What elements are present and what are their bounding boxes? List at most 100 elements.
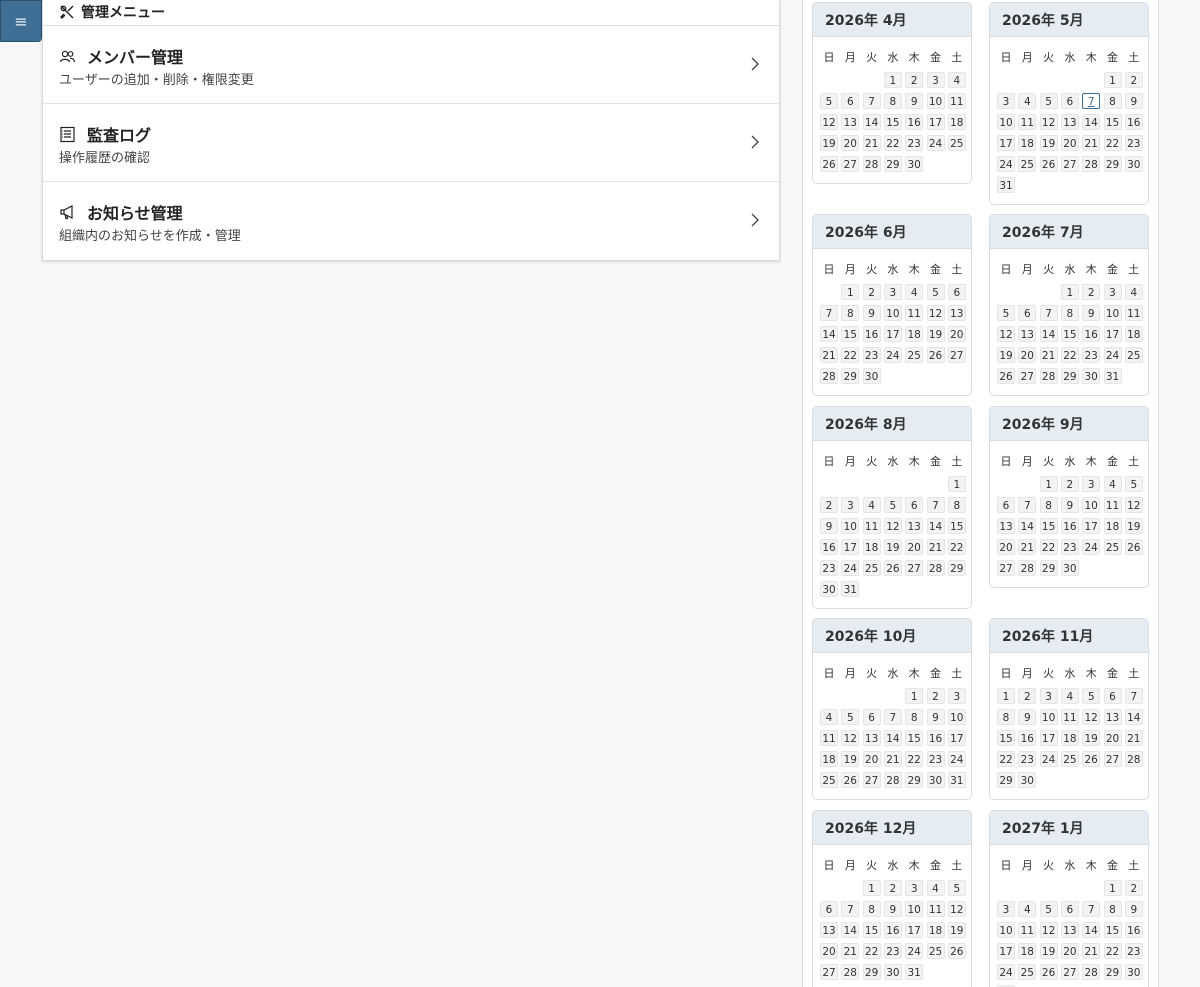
calendar-day[interactable]: 15 bbox=[1039, 518, 1058, 534]
calendar-day[interactable]: 6 bbox=[1060, 93, 1079, 109]
calendar-day[interactable]: 8 bbox=[1103, 901, 1122, 917]
calendar-day[interactable]: 3 bbox=[905, 880, 924, 896]
calendar-day[interactable]: 20 bbox=[947, 326, 966, 342]
calendar-day[interactable]: 2 bbox=[883, 880, 902, 896]
calendar-day[interactable]: 2 bbox=[1018, 688, 1037, 704]
calendar-day[interactable]: 28 bbox=[926, 560, 945, 576]
calendar-day[interactable]: 10 bbox=[1082, 497, 1101, 513]
calendar-day[interactable]: 20 bbox=[841, 135, 860, 151]
calendar-day[interactable]: 30 bbox=[905, 156, 924, 172]
calendar-day[interactable]: 27 bbox=[1018, 368, 1037, 384]
calendar-day[interactable]: 7 bbox=[1018, 497, 1037, 513]
calendar-day[interactable]: 3 bbox=[926, 72, 945, 88]
calendar-day[interactable]: 25 bbox=[1018, 156, 1037, 172]
calendar-day[interactable]: 22 bbox=[1060, 347, 1079, 363]
calendar-day[interactable]: 26 bbox=[841, 772, 860, 788]
calendar-day[interactable]: 10 bbox=[1039, 709, 1058, 725]
calendar-day[interactable]: 5 bbox=[1082, 688, 1101, 704]
calendar-day[interactable]: 13 bbox=[1060, 922, 1079, 938]
calendar-day[interactable]: 24 bbox=[1039, 751, 1058, 767]
calendar-day[interactable]: 24 bbox=[997, 964, 1015, 980]
calendar-day[interactable]: 24 bbox=[1103, 347, 1122, 363]
calendar-day[interactable]: 9 bbox=[926, 709, 945, 725]
calendar-day[interactable]: 30 bbox=[1060, 560, 1079, 576]
calendar-day[interactable]: 16 bbox=[1082, 326, 1101, 342]
calendar-day[interactable]: 30 bbox=[1082, 368, 1101, 384]
calendar-day[interactable]: 16 bbox=[1124, 922, 1143, 938]
calendar-day[interactable]: 25 bbox=[1018, 964, 1037, 980]
calendar-day[interactable]: 7 bbox=[883, 709, 902, 725]
calendar-day[interactable]: 27 bbox=[841, 156, 860, 172]
calendar-day[interactable]: 14 bbox=[1018, 518, 1037, 534]
calendar-day[interactable]: 5 bbox=[947, 880, 966, 896]
calendar-day[interactable]: 4 bbox=[862, 497, 881, 513]
calendar-day[interactable]: 15 bbox=[1103, 922, 1122, 938]
calendar-day[interactable]: 31 bbox=[905, 964, 924, 980]
calendar-day[interactable]: 31 bbox=[1103, 368, 1122, 384]
calendar-day[interactable]: 23 bbox=[1060, 539, 1079, 555]
calendar-day[interactable]: 16 bbox=[820, 539, 838, 555]
calendar-day[interactable]: 18 bbox=[1103, 518, 1122, 534]
calendar-day[interactable]: 12 bbox=[1124, 497, 1143, 513]
calendar-day[interactable]: 17 bbox=[1039, 730, 1058, 746]
calendar-day[interactable]: 20 bbox=[997, 539, 1015, 555]
calendar-day[interactable]: 16 bbox=[883, 922, 902, 938]
calendar-day[interactable]: 1 bbox=[1060, 284, 1079, 300]
calendar-day[interactable]: 17 bbox=[997, 943, 1015, 959]
calendar-day[interactable]: 27 bbox=[862, 772, 881, 788]
calendar-day[interactable]: 15 bbox=[862, 922, 881, 938]
calendar-day[interactable]: 28 bbox=[820, 368, 838, 384]
calendar-day[interactable]: 8 bbox=[947, 497, 966, 513]
calendar-day[interactable]: 10 bbox=[947, 709, 966, 725]
calendar-day[interactable]: 23 bbox=[905, 135, 924, 151]
calendar-day[interactable]: 18 bbox=[820, 751, 838, 767]
calendar-day[interactable]: 6 bbox=[905, 497, 924, 513]
calendar-day[interactable]: 29 bbox=[841, 368, 860, 384]
calendar-day[interactable]: 18 bbox=[947, 114, 966, 130]
calendar-day[interactable]: 1 bbox=[883, 72, 902, 88]
calendar-day[interactable]: 4 bbox=[926, 880, 945, 896]
menu-item-audit-log[interactable]: 監査ログ 操作履歴の確認 bbox=[43, 104, 779, 182]
calendar-day[interactable]: 17 bbox=[1082, 518, 1101, 534]
calendar-day[interactable]: 13 bbox=[820, 922, 838, 938]
calendar-day[interactable]: 2 bbox=[820, 497, 838, 513]
calendar-day[interactable]: 16 bbox=[862, 326, 881, 342]
calendar-day[interactable]: 2 bbox=[1082, 284, 1101, 300]
calendar-day[interactable]: 19 bbox=[1082, 730, 1101, 746]
calendar-day[interactable]: 10 bbox=[997, 922, 1015, 938]
calendar-day[interactable]: 29 bbox=[1039, 560, 1058, 576]
calendar-day[interactable]: 8 bbox=[1103, 93, 1122, 109]
calendar-day[interactable]: 30 bbox=[820, 581, 838, 597]
calendar-day[interactable]: 8 bbox=[1039, 497, 1058, 513]
calendar-day[interactable]: 1 bbox=[997, 688, 1015, 704]
calendar-day[interactable]: 7 bbox=[1082, 901, 1101, 917]
calendar-day[interactable]: 28 bbox=[1039, 368, 1058, 384]
calendar-day[interactable]: 17 bbox=[905, 922, 924, 938]
calendar-day[interactable]: 28 bbox=[841, 964, 860, 980]
calendar-day[interactable]: 5 bbox=[841, 709, 860, 725]
calendar-day[interactable]: 29 bbox=[1060, 368, 1079, 384]
calendar-day[interactable]: 20 bbox=[1103, 730, 1122, 746]
calendar-day[interactable]: 12 bbox=[1039, 922, 1058, 938]
calendar-day[interactable]: 15 bbox=[905, 730, 924, 746]
calendar-day[interactable]: 3 bbox=[997, 93, 1015, 109]
calendar-day[interactable]: 20 bbox=[1060, 135, 1079, 151]
calendar-day[interactable]: 21 bbox=[1082, 135, 1101, 151]
calendar-day[interactable]: 2 bbox=[1124, 72, 1143, 88]
calendar-day[interactable]: 4 bbox=[905, 284, 924, 300]
calendar-day[interactable]: 3 bbox=[1103, 284, 1122, 300]
calendar-day[interactable]: 24 bbox=[883, 347, 902, 363]
calendar-day[interactable]: 21 bbox=[1018, 539, 1037, 555]
calendar-day[interactable]: 20 bbox=[1060, 943, 1079, 959]
calendar-day[interactable]: 16 bbox=[1018, 730, 1037, 746]
calendar-day[interactable]: 28 bbox=[1124, 751, 1143, 767]
calendar-day[interactable]: 19 bbox=[997, 347, 1015, 363]
calendar-day[interactable]: 25 bbox=[862, 560, 881, 576]
calendar-day[interactable]: 16 bbox=[926, 730, 945, 746]
calendar-day[interactable]: 22 bbox=[997, 751, 1015, 767]
calendar-day[interactable]: 5 bbox=[1039, 901, 1058, 917]
calendar-day[interactable]: 20 bbox=[820, 943, 838, 959]
calendar-day[interactable]: 29 bbox=[862, 964, 881, 980]
calendar-day[interactable]: 23 bbox=[862, 347, 881, 363]
calendar-day[interactable]: 10 bbox=[883, 305, 902, 321]
